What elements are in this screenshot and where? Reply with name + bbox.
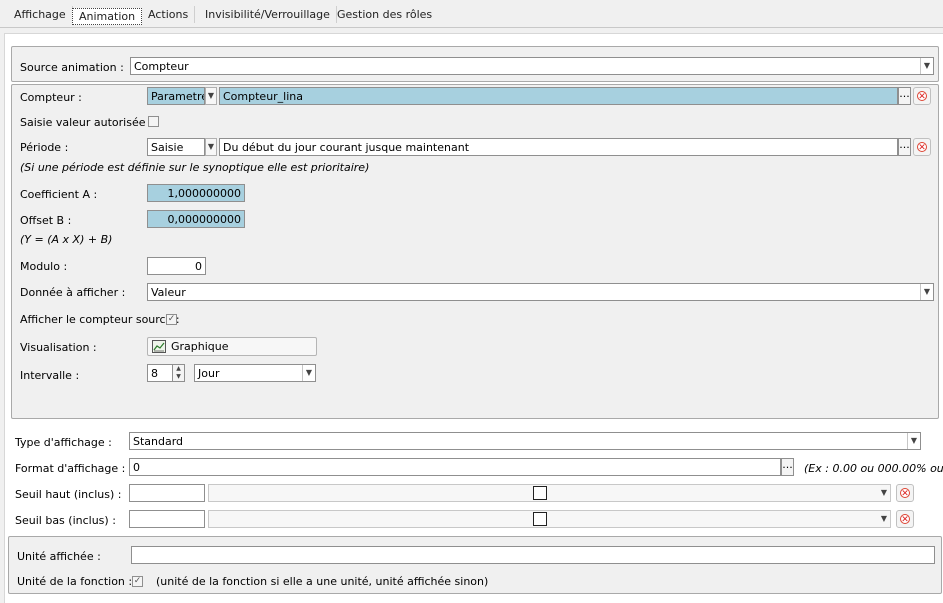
unite-fonction-checkbox[interactable]: ✓	[132, 576, 143, 587]
compteur-type-select[interactable]: Parametre	[147, 87, 205, 105]
formula-note: (Y = (A x X) + B)	[20, 233, 113, 246]
chevron-down-icon[interactable]: ▼	[907, 433, 920, 449]
afficher-source-label: Afficher le compteur source :	[20, 313, 180, 326]
periode-clear-button[interactable]: ✕	[913, 138, 931, 156]
offset-label: Offset B :	[20, 214, 72, 227]
intervalle-label: Intervalle :	[20, 369, 80, 382]
compteur-browse-button[interactable]: ...	[898, 87, 911, 105]
periode-note: (Si une période est définie sur le synop…	[20, 161, 370, 174]
chevron-down-icon[interactable]: ▼	[205, 87, 217, 105]
tab-affichage[interactable]: Affichage	[8, 6, 73, 23]
compteur-group: Compteur : Parametre ▼ Compteur_lina ...…	[11, 84, 939, 419]
saisie-checkbox[interactable]	[148, 116, 159, 127]
visualisation-button[interactable]: Graphique	[147, 337, 317, 356]
source-animation-select[interactable]: Compteur ▼	[130, 57, 934, 75]
animation-panel: Source animation : Compteur ▼ Compteur :…	[4, 33, 943, 603]
periode-value[interactable]: Du début du jour courant jusque maintena…	[219, 138, 898, 156]
seuil-haut-input[interactable]	[129, 484, 205, 502]
unite-affichee-input[interactable]	[131, 546, 935, 564]
periode-mode-select[interactable]: Saisie	[147, 138, 205, 156]
seuil-haut-clear-button[interactable]: ✕	[896, 484, 914, 502]
modulo-label: Modulo :	[20, 260, 68, 273]
tab-gestion-roles[interactable]: Gestion des rôles	[331, 6, 438, 23]
visualisation-value: Graphique	[171, 340, 229, 353]
tab-invisibilite[interactable]: Invisibilité/Verrouillage	[199, 6, 337, 23]
donnee-value: Valeur	[151, 286, 186, 299]
delete-icon: ✕	[917, 142, 927, 153]
visualisation-label: Visualisation :	[20, 341, 97, 354]
unite-group: Unité affichée : Unité de la fonction : …	[8, 536, 942, 594]
delete-icon: ✕	[900, 488, 910, 499]
tab-animation[interactable]: Animation	[72, 8, 143, 25]
seuil-bas-input[interactable]	[129, 510, 205, 528]
afficher-source-checkbox[interactable]: ✓	[166, 314, 177, 325]
chevron-down-icon[interactable]: ▼	[920, 284, 933, 300]
unite-fonction-label: Unité de la fonction :	[17, 575, 133, 588]
seuil-haut-color-select[interactable]: ▼	[208, 484, 891, 502]
intervalle-input[interactable]: 8	[147, 364, 173, 382]
type-affichage-value: Standard	[133, 435, 184, 448]
delete-icon: ✕	[917, 91, 927, 102]
seuil-haut-label: Seuil haut (inclus) :	[15, 488, 122, 501]
seuil-bas-label: Seuil bas (inclus) :	[15, 514, 116, 527]
tab-bar: Affichage Animation Actions Invisibilité…	[0, 0, 943, 28]
donnee-select[interactable]: Valeur ▼	[147, 283, 934, 301]
type-affichage-label: Type d'affichage :	[15, 436, 112, 449]
compteur-value[interactable]: Compteur_lina	[219, 87, 898, 105]
chevron-down-icon[interactable]: ▼	[205, 138, 217, 156]
unite-affichee-label: Unité affichée :	[17, 550, 101, 563]
format-affichage-label: Format d'affichage :	[15, 462, 126, 475]
intervalle-unit-value: Jour	[198, 367, 220, 380]
tab-actions[interactable]: Actions	[142, 6, 196, 23]
color-swatch	[533, 486, 547, 500]
offset-input[interactable]: 0,000000000	[147, 210, 245, 228]
delete-icon: ✕	[900, 514, 910, 525]
coef-input[interactable]: 1,000000000	[147, 184, 245, 202]
periode-browse-button[interactable]: ...	[898, 138, 911, 156]
periode-label: Période :	[20, 141, 69, 154]
format-browse-button[interactable]: ...	[781, 458, 794, 476]
color-swatch	[533, 512, 547, 526]
format-affichage-input[interactable]: 0	[129, 458, 781, 476]
chart-icon	[152, 340, 166, 353]
source-group: Source animation : Compteur ▼	[11, 46, 939, 82]
chevron-down-icon[interactable]: ▼	[920, 58, 933, 74]
intervalle-unit-select[interactable]: Jour ▼	[194, 364, 316, 382]
source-animation-label: Source animation :	[20, 61, 124, 74]
seuil-bas-clear-button[interactable]: ✕	[896, 510, 914, 528]
saisie-label: Saisie valeur autorisée :	[20, 116, 153, 129]
format-hint: (Ex : 0.00 ou 000.00% ou s)	[804, 462, 943, 475]
source-animation-value: Compteur	[134, 60, 189, 73]
unite-fonction-note: (unité de la fonction si elle a une unit…	[156, 575, 489, 588]
coef-label: Coefficient A :	[20, 188, 98, 201]
chevron-down-icon[interactable]: ▼	[878, 511, 890, 527]
compteur-clear-button[interactable]: ✕	[913, 87, 931, 105]
seuil-bas-color-select[interactable]: ▼	[208, 510, 891, 528]
donnee-label: Donnée à afficher :	[20, 286, 126, 299]
compteur-label: Compteur :	[20, 91, 82, 104]
modulo-input[interactable]: 0	[147, 257, 206, 275]
type-affichage-select[interactable]: Standard ▼	[129, 432, 921, 450]
intervalle-spinner[interactable]: ▲ ▼	[173, 364, 185, 382]
chevron-down-icon[interactable]: ▼	[302, 365, 315, 381]
chevron-down-icon[interactable]: ▼	[878, 485, 890, 501]
